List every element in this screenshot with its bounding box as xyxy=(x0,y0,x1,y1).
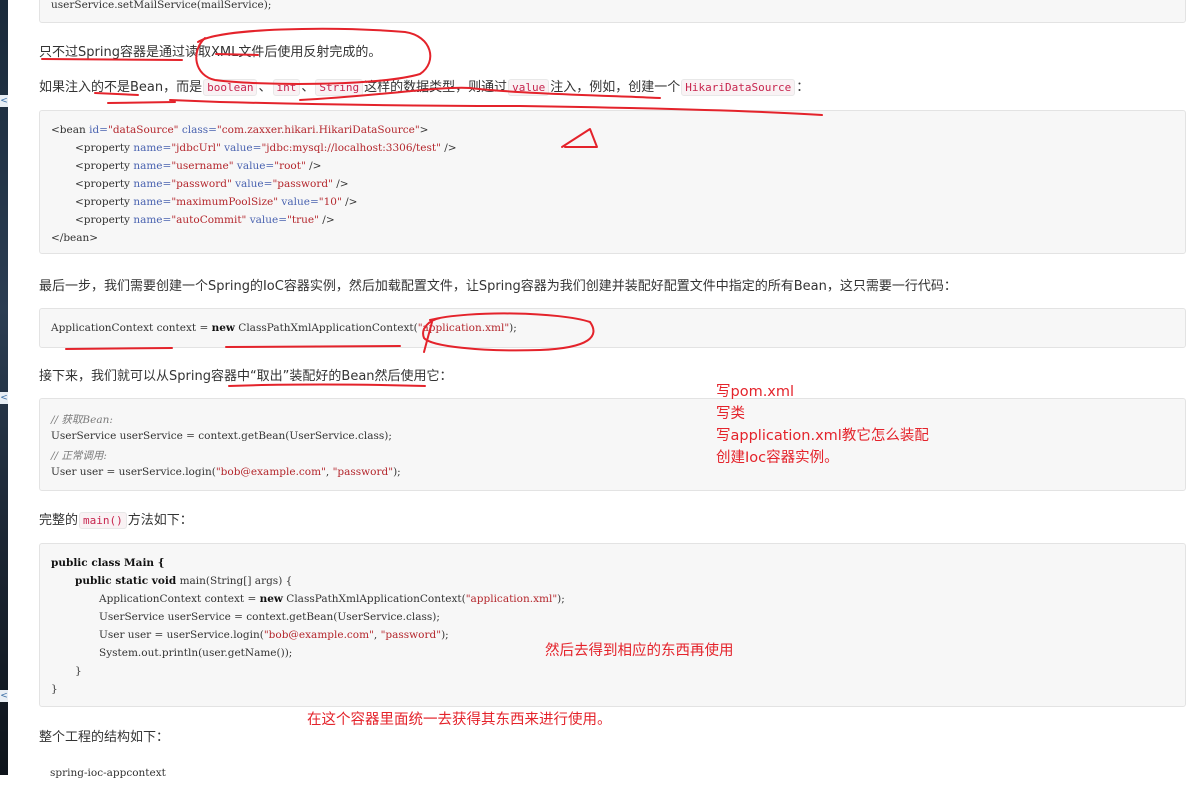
paragraph-injection: 如果注入的不是Bean，而是 boolean、 int、 String 这样的数据类型，… xyxy=(39,76,809,96)
code-line: spring-ioc-appcontext xyxy=(50,767,166,779)
code-line: public class Main { xyxy=(51,557,165,569)
code-line: </bean> xyxy=(51,232,99,244)
annotation-note: 写类 xyxy=(716,406,745,422)
code-block-structure: spring-ioc-appcontext xyxy=(39,757,1186,797)
code-line: User user = userService.login("bob@examp… xyxy=(99,629,449,641)
annotation-note: 写pom.xml xyxy=(716,384,795,400)
sidebar-tab[interactable]: < xyxy=(0,95,8,107)
code-block-xml: <bean id="dataSource" class="com.zaxxer.… xyxy=(39,110,1186,254)
code-line: ApplicationContext context = new ClassPa… xyxy=(51,322,517,334)
inline-code: value xyxy=(508,79,550,96)
paragraph: 接下来，我们就可以从Spring容器中“取出”装配好的Bean然后使用它： xyxy=(39,369,453,384)
inline-code: String xyxy=(315,79,364,96)
sidebar-tab[interactable]: < xyxy=(0,392,8,404)
inline-code: main() xyxy=(79,512,127,529)
code-line: UserService userService = context.getBea… xyxy=(51,430,392,442)
code-block-main: public class Main { public static void m… xyxy=(39,543,1186,707)
text: 、 xyxy=(258,80,272,95)
text: 注入，例如，创建一个 xyxy=(550,80,681,95)
code-block-top: userService.setMailService(mailService); xyxy=(39,0,1186,23)
code-line: <property name="password" value="passwor… xyxy=(75,178,349,190)
code-line: <property name="maximumPoolSize" value="… xyxy=(75,196,358,208)
code-line: userService.setMailService(mailService); xyxy=(51,0,272,11)
inline-code: boolean xyxy=(203,79,258,96)
inline-code: HikariDataSource xyxy=(681,79,796,96)
annotation-note: 在这个容器里面统一去获得其东西来进行使用。 xyxy=(307,712,612,728)
code-line: UserService userService = context.getBea… xyxy=(99,611,440,623)
paragraph: 整个工程的结构如下： xyxy=(39,730,170,745)
code-line: public static void main(String[] args) { xyxy=(75,575,293,587)
code-comment: // 正常调用: xyxy=(51,450,107,462)
code-line: } xyxy=(75,665,82,677)
code-line: System.out.println(user.getName()); xyxy=(99,647,293,659)
code-block-usage: // 获取Bean: UserService userService = con… xyxy=(39,398,1186,491)
code-line: ApplicationContext context = new ClassPa… xyxy=(99,593,565,605)
text: ： xyxy=(796,80,810,95)
text: 方法如下： xyxy=(127,513,193,528)
code-line: } xyxy=(51,683,58,695)
code-line: <property name="jdbcUrl" value="jdbc:mys… xyxy=(75,142,457,154)
code-line: <property name="autoCommit" value="true"… xyxy=(75,214,335,226)
paragraph-main: 完整的 main() 方法如下： xyxy=(39,509,193,529)
code-line: User user = userService.login("bob@examp… xyxy=(51,466,401,478)
annotation-note: 然后去得到相应的东西再使用 xyxy=(545,643,734,659)
code-comment: // 获取Bean: xyxy=(51,414,113,426)
code-line: <bean id="dataSource" class="com.zaxxer.… xyxy=(51,124,429,136)
code-line: <property name="username" value="root" /… xyxy=(75,160,322,172)
inline-code: int xyxy=(272,79,301,96)
annotation-note: 创建Ioc容器实例。 xyxy=(716,450,839,466)
text: 这样的数据类型，则通过 xyxy=(364,80,508,95)
background-window-strip xyxy=(0,0,8,775)
text: 完整的 xyxy=(39,513,79,528)
paragraph: 最后一步，我们需要创建一个Spring的IoC容器实例，然后加载配置文件，让Sp… xyxy=(39,279,957,294)
sidebar-tab[interactable]: < xyxy=(0,690,8,702)
code-block-context: ApplicationContext context = new ClassPa… xyxy=(39,308,1186,348)
paragraph: 只不过Spring容器是通过读取XML文件后使用反射完成的。 xyxy=(39,45,382,60)
annotation-note: 写application.xml教它怎么装配 xyxy=(716,428,929,444)
text: 、 xyxy=(301,80,315,95)
text: 如果注入的不是Bean，而是 xyxy=(39,80,203,95)
